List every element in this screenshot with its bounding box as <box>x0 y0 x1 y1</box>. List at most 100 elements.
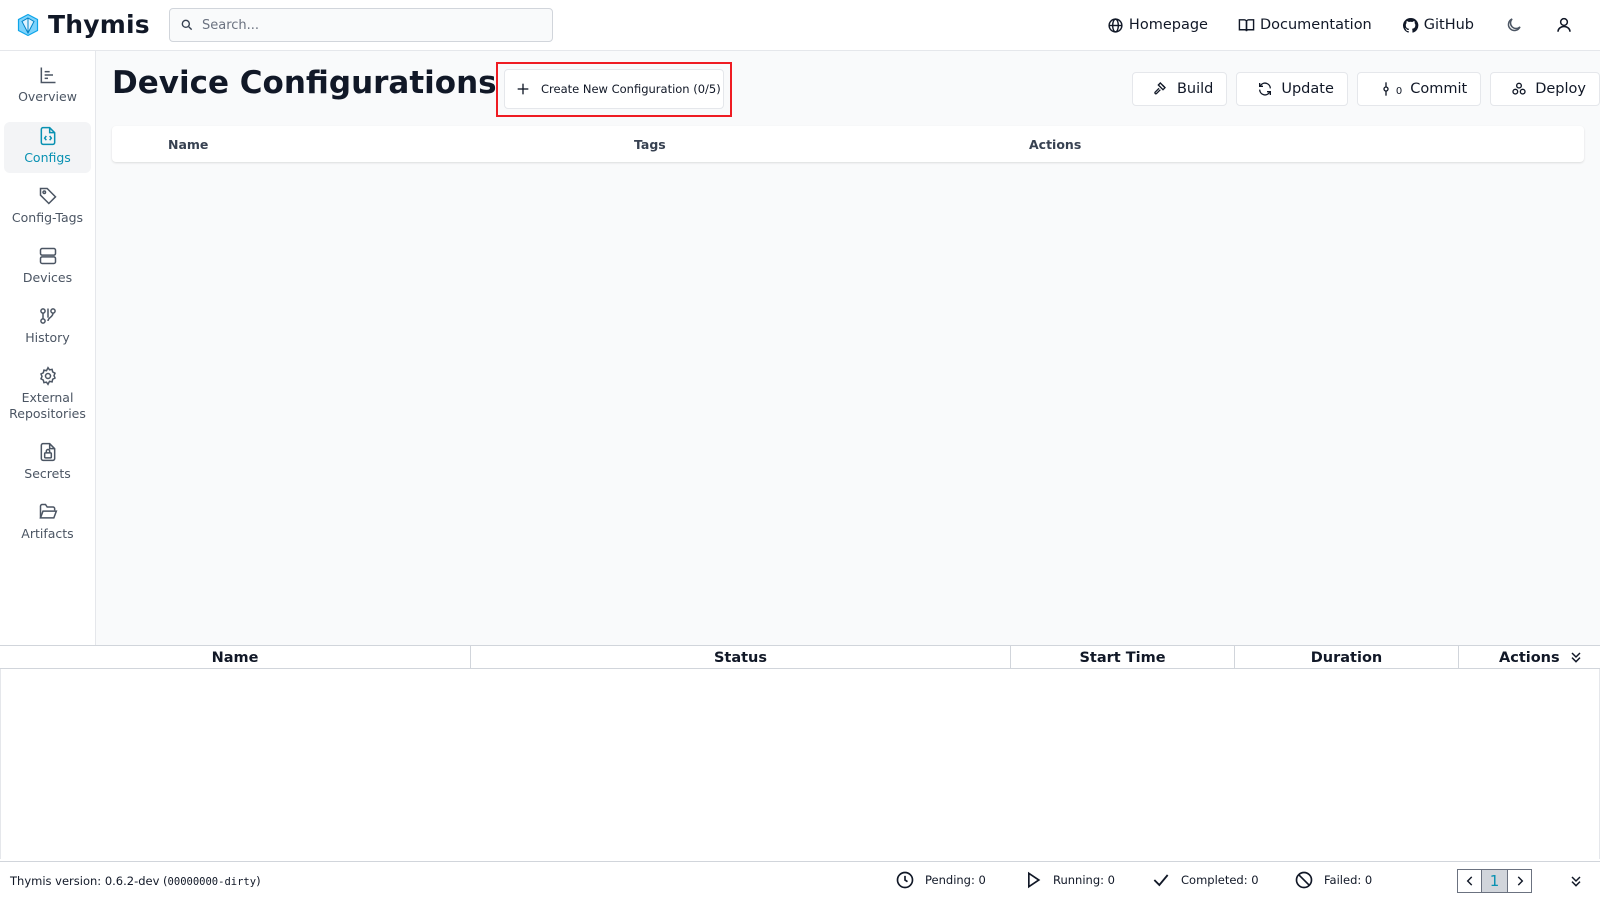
gear-icon <box>39 366 56 386</box>
completed-count: Completed: 0 <box>1151 870 1259 890</box>
search-box[interactable] <box>169 8 553 42</box>
tag-icon <box>39 187 57 205</box>
pagination: 1 <box>1457 869 1532 893</box>
version-prefix: Thymis version: 0.6.2-dev ( <box>10 874 168 888</box>
homepage-label: Homepage <box>1128 17 1208 33</box>
task-list <box>0 669 1600 859</box>
git-branch-icon <box>39 308 56 324</box>
current-page[interactable]: 1 <box>1482 869 1507 893</box>
next-page-button[interactable] <box>1507 869 1532 893</box>
brand[interactable]: Thymis <box>16 10 150 39</box>
sidebar-item-history[interactable]: History <box>4 304 91 354</box>
sidebar-item-configs[interactable]: Configs <box>4 122 91 173</box>
commit-label: Commit <box>1410 81 1468 97</box>
sidebar-item-devices[interactable]: Devices <box>4 244 91 294</box>
chevron-right-icon <box>1517 876 1523 886</box>
dark-mode-toggle[interactable] <box>1504 15 1524 35</box>
search-icon <box>181 19 193 31</box>
sidebar-item-label: Artifacts <box>21 526 74 541</box>
check-icon <box>1153 874 1169 887</box>
action-buttons: Build Update 0 Commit Deploy <box>1131 72 1600 106</box>
top-links: Homepage Documentation GitHub <box>1107 0 1600 50</box>
deploy-label: Deploy <box>1535 81 1586 97</box>
deploy-button[interactable]: Deploy <box>1490 72 1600 106</box>
sidebar-item-label: External Repositories <box>9 390 86 421</box>
version-hash: 00000000-dirty <box>167 876 257 888</box>
sidebar-item-secrets[interactable]: Secrets <box>4 440 91 490</box>
sidebar-item-label: Config-Tags <box>11 210 84 225</box>
git-commit-icon <box>1383 82 1389 96</box>
failed-label: Failed: 0 <box>1324 873 1373 887</box>
top-bar: Thymis Homepage Documentation GitHub <box>0 0 1600 51</box>
previous-page-button[interactable] <box>1457 869 1482 893</box>
sidebar-item-label: Overview <box>18 89 77 104</box>
github-label: GitHub <box>1423 17 1474 33</box>
thymis-logo-icon <box>17 13 39 36</box>
task-column-status: Status <box>471 646 1011 669</box>
create-configuration-label: Create New Configuration (0/5) <box>541 82 721 96</box>
pending-label: Pending: 0 <box>925 873 986 887</box>
sidebar-item-label: Secrets <box>24 466 71 481</box>
status-bar: Thymis version: 0.6.2-dev (00000000-dirt… <box>0 861 1600 900</box>
version-info: Thymis version: 0.6.2-dev (00000000-dirt… <box>10 874 261 888</box>
failed-count: Failed: 0 <box>1294 870 1372 890</box>
page-title: Device Configurations <box>112 65 497 101</box>
sidebar-item-label: Configs <box>24 150 71 165</box>
refresh-icon <box>1259 82 1272 96</box>
commit-count: 0 <box>1395 85 1403 97</box>
task-column-duration: Duration <box>1235 646 1459 669</box>
chevron-left-icon <box>1466 876 1472 886</box>
completed-label: Completed: 0 <box>1181 873 1259 887</box>
sidebar-item-label: History <box>25 330 70 345</box>
sidebar-item-label: Devices <box>22 270 73 285</box>
column-header-tags[interactable]: Tags <box>634 137 666 152</box>
chevrons-down-icon[interactable] <box>1568 649 1584 665</box>
task-panel: Name Status Start Time Duration Actions <box>0 645 1600 861</box>
file-code-icon <box>40 126 55 146</box>
user-icon <box>1557 17 1571 32</box>
deploy-icon <box>1512 82 1526 95</box>
play-icon <box>1028 871 1041 889</box>
task-column-name: Name <box>0 646 471 669</box>
chevrons-down-icon[interactable] <box>1568 873 1584 889</box>
github-icon <box>1402 17 1419 33</box>
sidebar-item-overview[interactable]: Overview <box>4 63 91 113</box>
running-label: Running: 0 <box>1053 873 1115 887</box>
build-button[interactable]: Build <box>1131 72 1228 106</box>
user-menu-button[interactable] <box>1554 15 1574 35</box>
main-content: Device Configurations Create New Configu… <box>96 51 1600 645</box>
version-suffix: ) <box>256 874 261 888</box>
book-icon <box>1238 18 1255 31</box>
commit-button[interactable]: 0 Commit <box>1356 72 1482 106</box>
hammer-icon <box>1154 82 1166 95</box>
running-count: Running: 0 <box>1023 870 1115 890</box>
app-name: Thymis <box>48 10 150 39</box>
server-icon <box>39 247 56 265</box>
clock-icon <box>896 871 914 889</box>
configurations-table: Name Tags Actions <box>112 126 1584 162</box>
column-header-actions: Actions <box>1029 137 1082 152</box>
homepage-link[interactable]: Homepage <box>1107 17 1208 34</box>
globe-icon <box>1108 17 1123 33</box>
update-label: Update <box>1281 81 1334 97</box>
sidebar: Overview Configs Config-Tags Devices His… <box>0 51 96 645</box>
sidebar-item-config-tags[interactable]: Config-Tags <box>4 184 91 234</box>
pending-count: Pending: 0 <box>895 870 986 890</box>
chart-icon <box>40 67 55 84</box>
build-label: Build <box>1176 81 1214 97</box>
ban-icon <box>1295 871 1313 889</box>
moon-icon <box>1507 18 1521 32</box>
update-button[interactable]: Update <box>1236 72 1348 106</box>
sidebar-item-artifacts[interactable]: Artifacts <box>4 500 91 550</box>
documentation-label: Documentation <box>1259 17 1372 33</box>
create-configuration-button[interactable]: Create New Configuration (0/5) <box>504 69 724 109</box>
file-lock-icon <box>40 442 55 462</box>
search-input[interactable] <box>202 17 542 33</box>
github-link[interactable]: GitHub <box>1402 17 1474 34</box>
column-header-name[interactable]: Name <box>168 137 208 152</box>
task-table-header: Name Status Start Time Duration Actions <box>0 646 1600 669</box>
plus-icon <box>517 83 529 95</box>
sidebar-item-external-repositories[interactable]: External Repositories <box>4 364 91 430</box>
task-column-start-time: Start Time <box>1011 646 1235 669</box>
documentation-link[interactable]: Documentation <box>1238 17 1372 34</box>
